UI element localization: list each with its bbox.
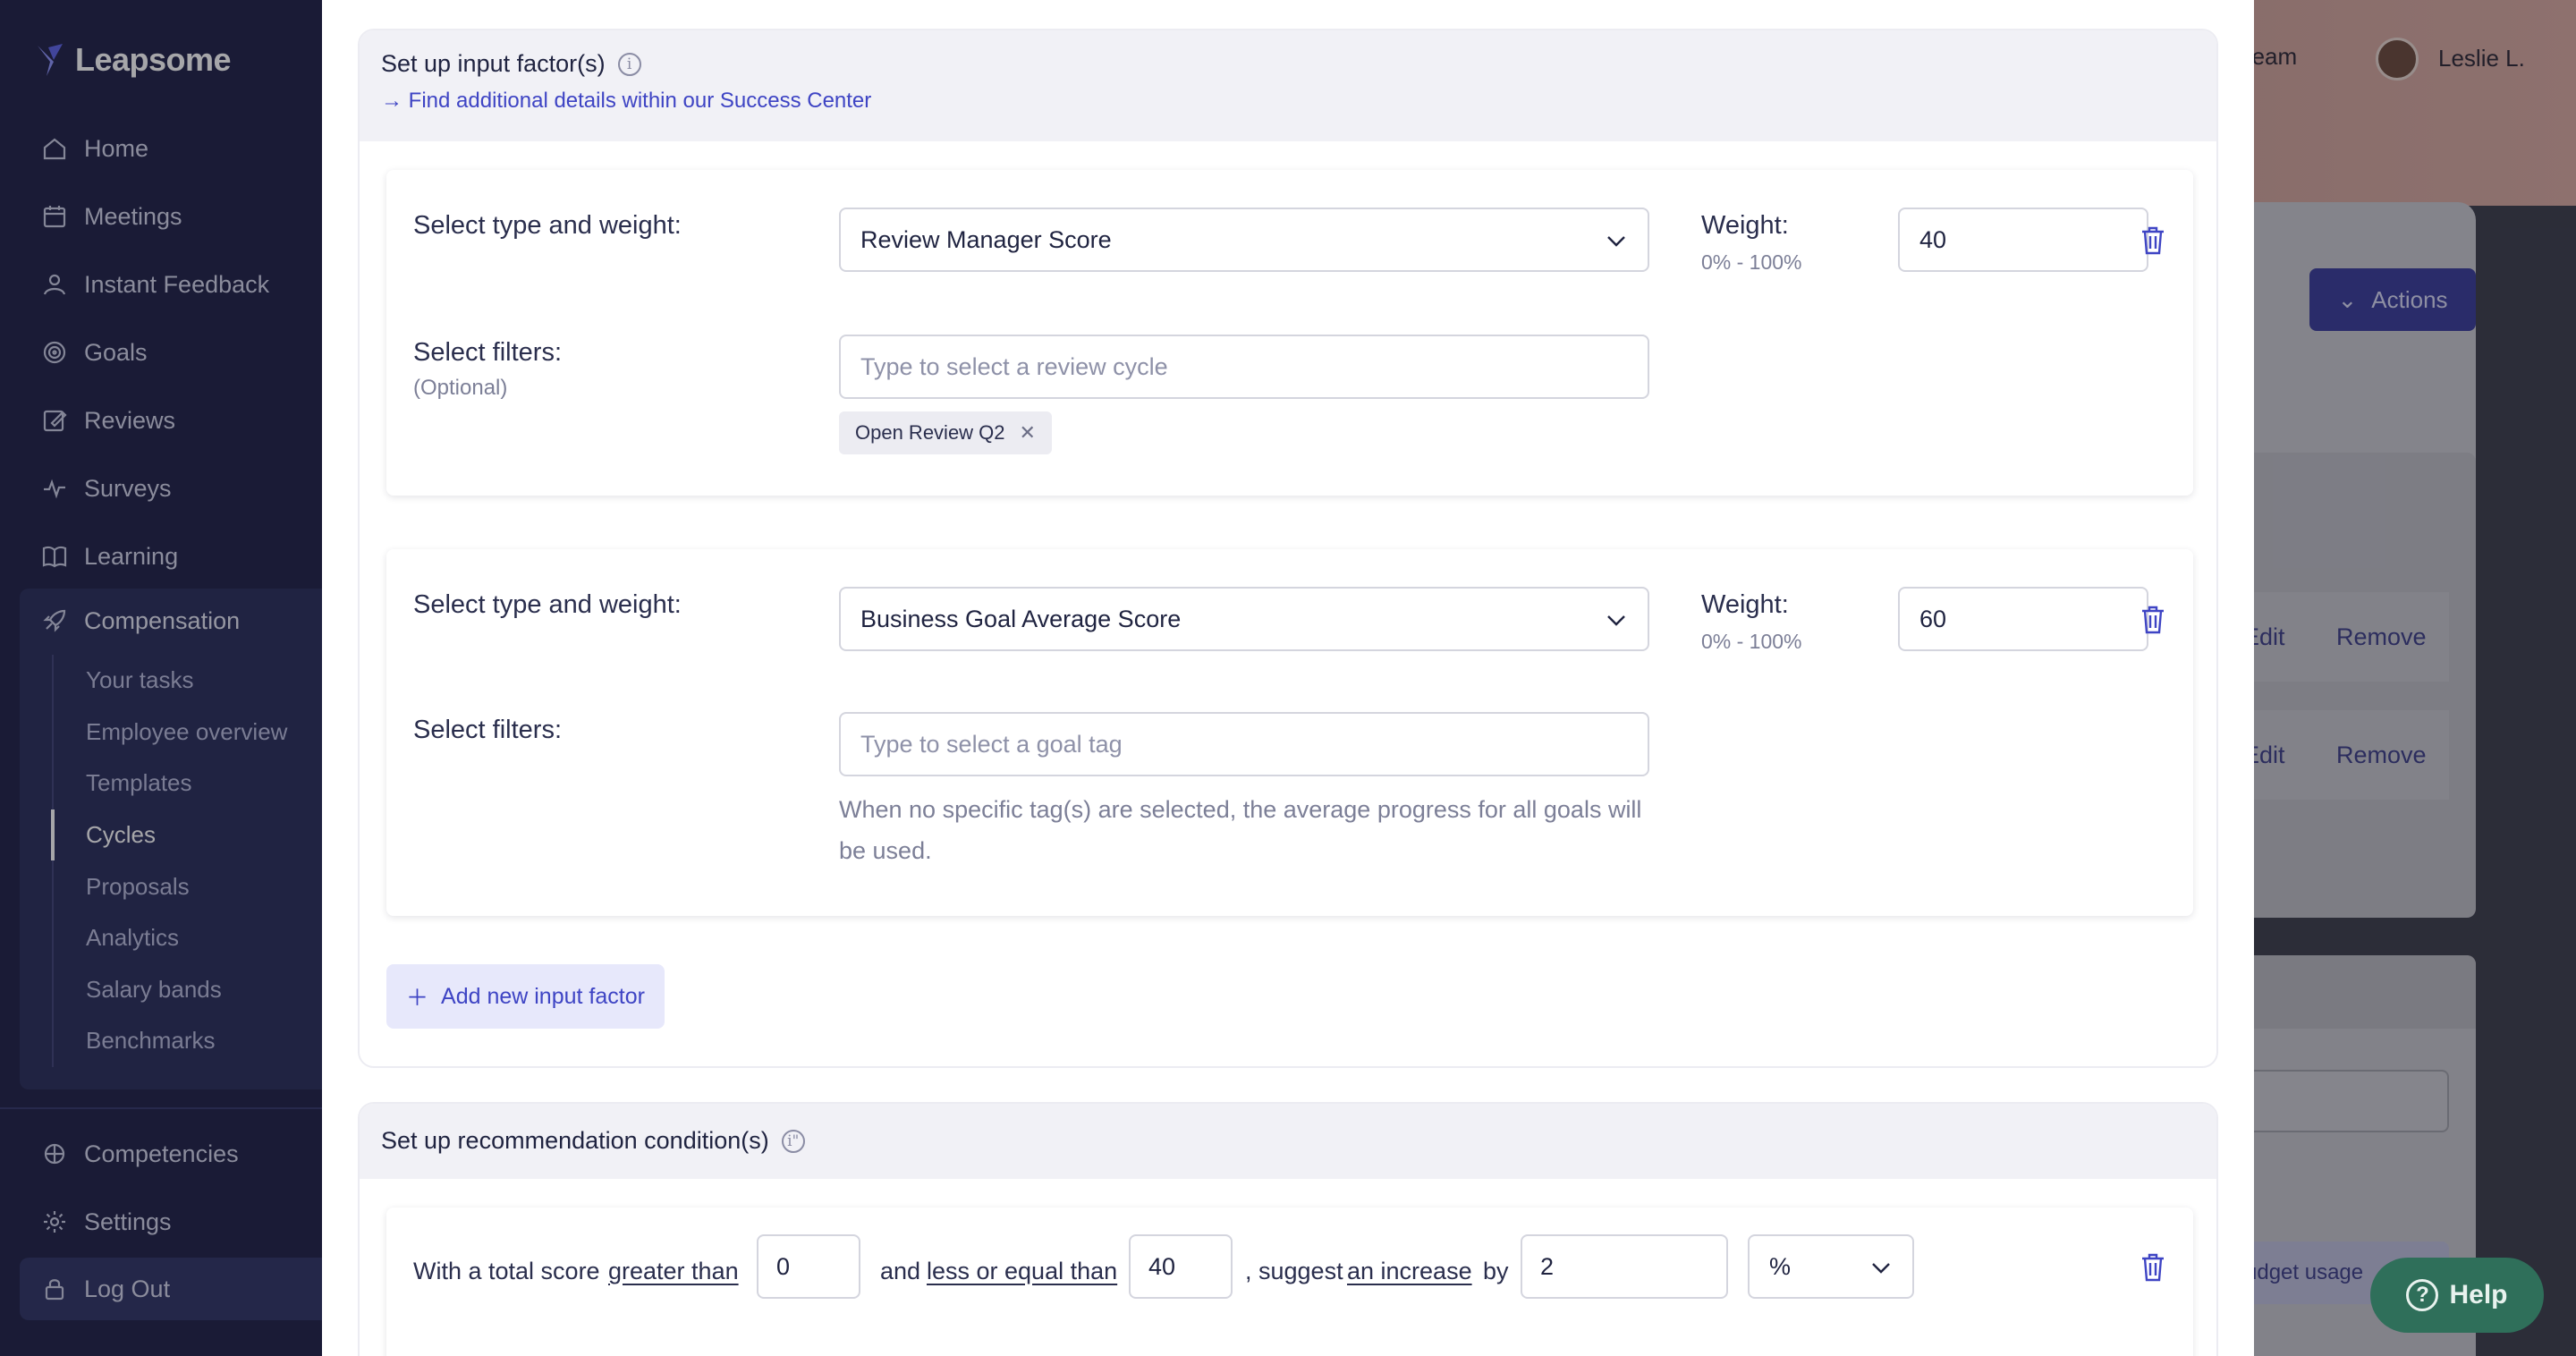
amount-value: 2 <box>1540 1252 1555 1280</box>
condition-text: and <box>880 1258 921 1284</box>
review-cycle-filter-input[interactable]: Type to select a review cycle <box>839 335 1649 399</box>
conditions-header: Set up recommendation condition(s) i" <box>360 1104 2216 1179</box>
input-factors-section: Set up input factor(s) i → Find addition… <box>358 29 2218 1068</box>
trash-icon <box>2142 226 2164 255</box>
unit-select[interactable]: % <box>1748 1234 1914 1299</box>
comparator-less-or-equal[interactable]: less or equal than <box>927 1258 1117 1285</box>
lower-bound-input[interactable]: 0 <box>757 1234 860 1299</box>
condition-text: , suggest <box>1245 1258 1343 1284</box>
type-weight-label: Select type and weight: <box>413 590 682 619</box>
weight-input[interactable]: 60 <box>1898 587 2148 651</box>
filter-tag-label: Open Review Q2 <box>855 421 1005 444</box>
section-title-text: Set up input factor(s) <box>381 50 606 77</box>
filters-optional-label: (Optional) <box>413 376 508 400</box>
filter-hint: When no specific tag(s) are selected, th… <box>839 796 1642 864</box>
filters-label: Select filters: <box>413 338 562 367</box>
lower-bound-value: 0 <box>776 1252 791 1280</box>
info-icon[interactable]: i" <box>781 1129 805 1153</box>
question-icon: ? <box>2406 1279 2439 1311</box>
weight-label: Weight: <box>1701 590 1789 619</box>
input-factors-title: Set up input factor(s) i <box>381 50 2195 78</box>
delete-condition-button[interactable] <box>2140 1252 2166 1283</box>
factor-type-select[interactable]: Business Goal Average Score <box>839 587 1649 651</box>
factor-type-value: Review Manager Score <box>860 225 1112 253</box>
chevron-down-icon <box>1872 1263 1890 1274</box>
factor-type-value: Business Goal Average Score <box>860 605 1182 632</box>
condition-text: by <box>1483 1258 1509 1284</box>
goal-tag-filter-input[interactable]: Type to select a goal tag <box>839 712 1649 776</box>
add-input-factor-button[interactable]: ＋ Add new input factor <box>386 964 665 1029</box>
weight-value: 40 <box>1919 225 1947 253</box>
delete-factor-button[interactable] <box>2140 225 2166 256</box>
help-button[interactable]: ? Help <box>2370 1258 2544 1333</box>
filter-placeholder: Type to select a goal tag <box>860 730 1123 758</box>
filter-tag: Open Review Q2 ✕ <box>839 411 1052 454</box>
plus-icon: ＋ <box>406 986 429 1011</box>
delete-factor-button[interactable] <box>2140 605 2166 635</box>
weight-input[interactable]: 40 <box>1898 208 2148 272</box>
weight-label: Weight: <box>1701 211 1789 240</box>
info-icon[interactable]: i <box>617 52 641 76</box>
input-factor-card: Select type and weight: Review Manager S… <box>386 170 2193 496</box>
help-label: Help <box>2449 1280 2508 1309</box>
section-title-text: Set up recommendation condition(s) <box>381 1127 769 1154</box>
input-factors-header: Set up input factor(s) i → Find addition… <box>360 30 2216 141</box>
conditions-title: Set up recommendation condition(s) i" <box>381 1127 2195 1155</box>
upper-bound-value: 40 <box>1148 1252 1176 1280</box>
comparator-greater-than[interactable]: greater than <box>608 1258 739 1285</box>
input-factor-card: Select type and weight: Business Goal Av… <box>386 549 2193 916</box>
recommendation-conditions-section: Set up recommendation condition(s) i" Wi… <box>358 1102 2218 1356</box>
trash-icon <box>2142 606 2164 634</box>
condition-text: With a total score <box>413 1258 600 1284</box>
condition-row: With a total score greater than 0 and le… <box>386 1208 2193 1356</box>
chevron-down-icon <box>1607 236 1625 247</box>
filters-label: Select filters: <box>413 716 562 744</box>
weight-range: 0% - 100% <box>1701 630 1802 653</box>
close-icon[interactable]: ✕ <box>1020 421 1036 445</box>
trash-icon <box>2142 1253 2164 1282</box>
chevron-down-icon <box>1607 615 1625 626</box>
action-an-increase[interactable]: an increase <box>1347 1258 1472 1285</box>
factor-type-select[interactable]: Review Manager Score <box>839 208 1649 272</box>
modal: Set up input factor(s) i → Find addition… <box>322 0 2254 1356</box>
weight-range: 0% - 100% <box>1701 250 1802 274</box>
upper-bound-input[interactable]: 40 <box>1129 1234 1233 1299</box>
success-center-link[interactable]: → Find additional details within our Suc… <box>381 89 2195 114</box>
amount-input[interactable]: 2 <box>1521 1234 1728 1299</box>
unit-value: % <box>1769 1252 1792 1280</box>
type-weight-label: Select type and weight: <box>413 211 682 240</box>
filter-placeholder: Type to select a review cycle <box>860 352 1168 380</box>
add-input-factor-label: Add new input factor <box>441 983 645 1009</box>
weight-value: 60 <box>1919 605 1947 632</box>
